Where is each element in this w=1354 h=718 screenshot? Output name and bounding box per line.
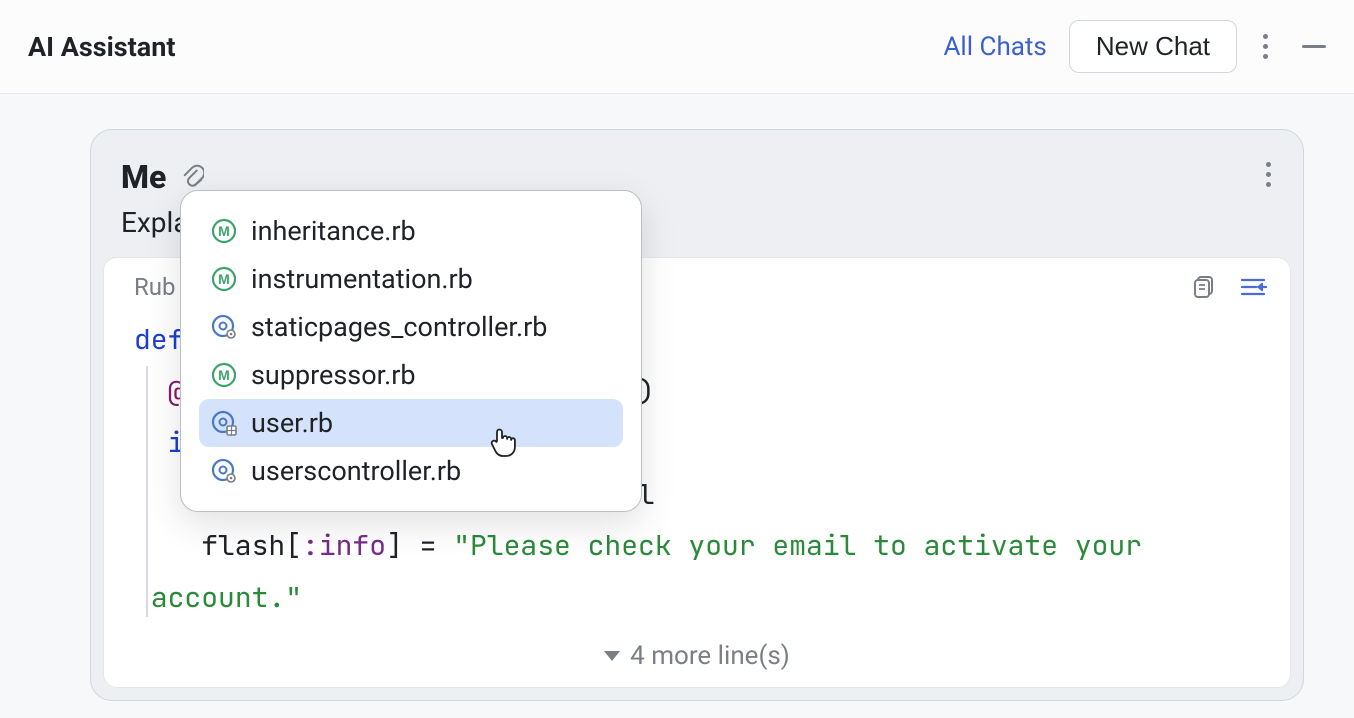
controller-icon — [211, 410, 237, 436]
code-language-label: Rub — [134, 273, 176, 301]
module-icon: M — [211, 218, 237, 244]
file-picker-popup: M inheritance.rb M instrumentation.rb st… — [180, 190, 642, 512]
minimize-icon[interactable] — [1302, 45, 1326, 48]
file-item-label: user.rb — [251, 407, 333, 439]
header-more-icon[interactable] — [1259, 30, 1272, 63]
header-actions: All Chats New Chat — [943, 20, 1326, 73]
app-title: AI Assistant — [28, 31, 176, 63]
file-item-label: staticpages_controller.rb — [251, 311, 547, 343]
code-token-string: "Please check your email to activate you… — [453, 527, 1142, 564]
controller-icon — [211, 458, 237, 484]
message-author: Me — [121, 158, 166, 196]
file-item-user[interactable]: user.rb — [199, 399, 623, 447]
module-icon: M — [211, 362, 237, 388]
file-item-staticpages[interactable]: staticpages_controller.rb — [199, 303, 623, 351]
file-item-label: instrumentation.rb — [251, 263, 473, 295]
svg-text:M: M — [218, 223, 230, 239]
copy-icon[interactable] — [1190, 272, 1220, 302]
code-token-symbol: :info — [302, 527, 386, 564]
file-item-label: userscontroller.rb — [251, 455, 461, 487]
code-token-text: flash[ — [201, 527, 302, 564]
expand-code-button[interactable]: 4 more line(s) — [104, 633, 1290, 687]
code-token-keyword: def — [134, 321, 184, 358]
svg-text:M: M — [218, 271, 230, 287]
controller-icon — [211, 314, 237, 340]
more-lines-label: 4 more line(s) — [630, 641, 790, 671]
file-item-userscontroller[interactable]: userscontroller.rb — [199, 447, 623, 495]
new-chat-button[interactable]: New Chat — [1069, 20, 1237, 73]
file-item-instrumentation[interactable]: M instrumentation.rb — [199, 255, 623, 303]
header-bar: AI Assistant All Chats New Chat — [0, 0, 1354, 94]
file-item-label: inheritance.rb — [251, 215, 416, 247]
svg-text:M: M — [218, 367, 230, 383]
file-item-suppressor[interactable]: M suppressor.rb — [199, 351, 623, 399]
code-token-text: ] = — [386, 527, 453, 564]
insert-code-icon[interactable] — [1238, 272, 1268, 302]
file-item-inheritance[interactable]: M inheritance.rb — [199, 207, 623, 255]
all-chats-link[interactable]: All Chats — [943, 32, 1046, 62]
attachment-icon[interactable] — [182, 164, 204, 190]
message-more-icon[interactable] — [1262, 158, 1275, 191]
file-item-label: suppressor.rb — [251, 359, 416, 391]
code-token-string: account." — [134, 579, 302, 616]
module-icon: M — [211, 266, 237, 292]
chevron-down-icon — [604, 651, 620, 661]
code-gutter — [146, 366, 148, 617]
